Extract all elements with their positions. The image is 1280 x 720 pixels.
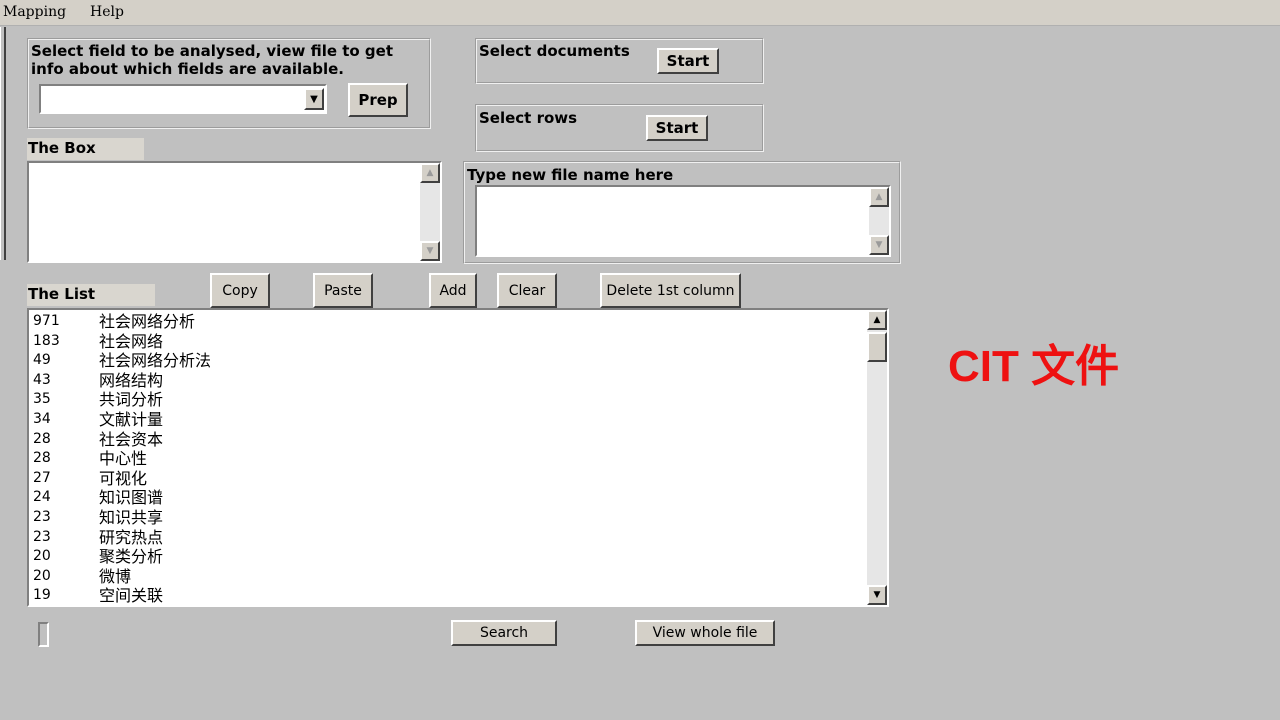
documents-start-button[interactable]: Start bbox=[657, 48, 719, 74]
prep-button[interactable]: Prep bbox=[348, 83, 408, 117]
list-item-count: 35 bbox=[33, 391, 51, 408]
scroll-thumb[interactable] bbox=[867, 332, 887, 362]
view-whole-file-button[interactable]: View whole file bbox=[635, 620, 775, 646]
field-selection-group: Select field to be analysed, view file t… bbox=[27, 38, 431, 129]
list-item-term: 研究热点 bbox=[99, 527, 164, 547]
list-item-count: 23 bbox=[33, 509, 51, 525]
field-dropdown[interactable]: ▼ bbox=[39, 84, 327, 114]
rows-start-button[interactable]: Start bbox=[646, 115, 708, 141]
the-list-scrollbar[interactable]: ▲ ▼ bbox=[867, 310, 887, 605]
list-item-term: 可视化 bbox=[99, 468, 148, 488]
list-rows: 971 社会网络分析 183 社会网络 49 社会网络分析法 43 网络结构 35 共词分析 34 文… bbox=[29, 310, 867, 605]
new-file-name-group: Type new file name here ▲ ▼ bbox=[463, 161, 901, 264]
scroll-up-icon[interactable]: ▲ bbox=[420, 163, 440, 183]
search-button[interactable]: Search bbox=[451, 620, 557, 646]
clear-button[interactable]: Clear bbox=[497, 273, 557, 308]
left-frame-edge bbox=[0, 27, 6, 260]
list-item-count: 19 bbox=[33, 587, 51, 604]
the-list-box[interactable]: 971 社会网络分析 183 社会网络 49 社会网络分析法 43 网络结构 35 共词分析 34 文… bbox=[27, 308, 889, 607]
list-item-term: 社会网络 bbox=[99, 331, 164, 351]
list-item-term: 社会资本 bbox=[99, 429, 164, 449]
list-item-term: 社会网络分析法 bbox=[99, 351, 212, 371]
progress-indicator bbox=[38, 622, 49, 647]
the-box-scrollbar[interactable]: ▲ ▼ bbox=[420, 163, 440, 261]
list-item-count: 971 bbox=[33, 313, 60, 329]
list-item-term: 聚类分析 bbox=[99, 547, 164, 567]
select-documents-group: Select documents Start bbox=[475, 38, 764, 84]
list-item-count: 43 bbox=[33, 371, 51, 388]
paste-button[interactable]: Paste bbox=[313, 273, 373, 308]
new-file-name-textarea[interactable]: ▲ ▼ bbox=[475, 185, 891, 257]
list-item-count: 49 bbox=[33, 352, 51, 369]
the-list-label: The List bbox=[27, 284, 155, 306]
list-item-count: 28 bbox=[33, 430, 51, 447]
list-item-term: 微博 bbox=[99, 566, 132, 586]
menu-help[interactable]: Help bbox=[90, 4, 124, 20]
new-file-name-label: Type new file name here bbox=[467, 166, 674, 184]
list-item-count: 28 bbox=[33, 450, 51, 467]
scroll-up-icon[interactable]: ▲ bbox=[869, 187, 889, 207]
scroll-down-icon[interactable]: ▼ bbox=[869, 235, 889, 255]
list-item-term: 空间关联 bbox=[99, 586, 164, 605]
list-item-count: 34 bbox=[33, 411, 51, 427]
list-item-count: 20 bbox=[33, 567, 51, 584]
the-box-textarea[interactable]: ▲ ▼ bbox=[27, 161, 442, 263]
the-box-label: The Box bbox=[27, 138, 144, 160]
list-item-term: 知识图谱 bbox=[99, 488, 164, 508]
select-documents-label: Select documents bbox=[479, 42, 630, 60]
list-item-count: 24 bbox=[33, 489, 51, 506]
scroll-down-icon[interactable]: ▼ bbox=[867, 585, 887, 605]
list-item-count: 27 bbox=[33, 469, 51, 486]
field-instruction-text: Select field to be analysed, view file t… bbox=[31, 42, 394, 78]
new-file-name-scrollbar[interactable]: ▲ ▼ bbox=[869, 187, 889, 255]
cit-file-caption: CIT 文件 bbox=[948, 342, 1120, 391]
list-item-term: 文献计量 bbox=[99, 410, 164, 429]
list-item-count: 183 bbox=[33, 332, 60, 349]
delete-first-column-button[interactable]: Delete 1st column bbox=[600, 273, 741, 308]
select-rows-label: Select rows bbox=[479, 109, 578, 127]
menu-mapping[interactable]: Mapping bbox=[3, 4, 66, 20]
list-item-count: 20 bbox=[33, 548, 51, 565]
list-item-term: 网络结构 bbox=[99, 370, 164, 390]
scroll-down-icon[interactable]: ▼ bbox=[420, 241, 440, 261]
menu-bar: Mapping Help bbox=[0, 0, 1280, 26]
chevron-down-icon[interactable]: ▼ bbox=[304, 88, 324, 110]
list-item-count: 23 bbox=[33, 528, 51, 545]
list-item-term: 知识共享 bbox=[99, 508, 164, 527]
add-button[interactable]: Add bbox=[429, 273, 477, 308]
scroll-up-icon[interactable]: ▲ bbox=[867, 310, 887, 330]
list-item-term: 共词分析 bbox=[99, 390, 164, 410]
list-item-term: 中心性 bbox=[99, 449, 148, 469]
list-item-term: 社会网络分析 bbox=[99, 312, 196, 331]
select-rows-group: Select rows Start bbox=[475, 104, 764, 152]
copy-button[interactable]: Copy bbox=[210, 273, 270, 308]
